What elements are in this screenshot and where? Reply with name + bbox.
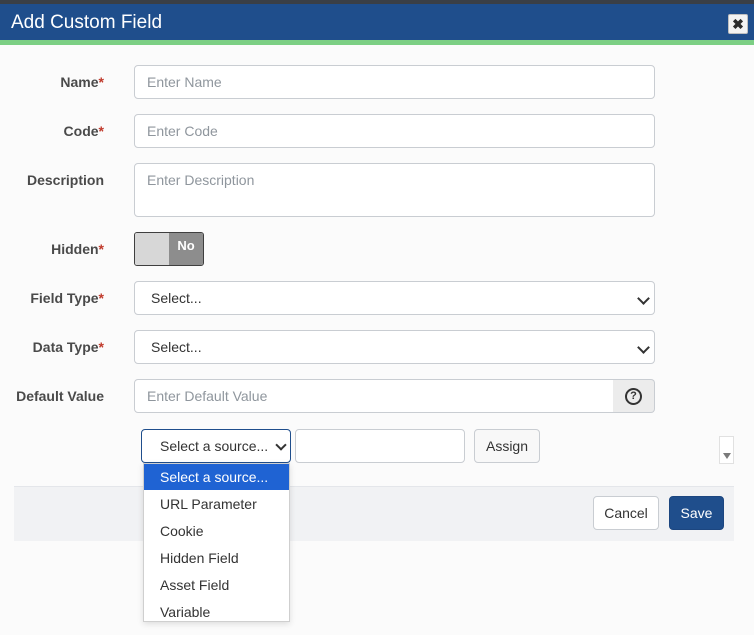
source-option[interactable]: Hidden Field <box>144 545 289 571</box>
code-label: Code* <box>63 123 104 139</box>
default-value-label: Default Value <box>16 388 104 404</box>
source-dropdown-list: Select a source... URL Parameter Cookie … <box>143 463 290 622</box>
default-value-help-button[interactable]: ? <box>613 379 655 413</box>
hidden-label: Hidden* <box>51 241 104 257</box>
source-option[interactable]: Select a source... <box>144 464 289 490</box>
toggle-knob <box>135 233 169 265</box>
required-marker: * <box>98 123 104 139</box>
field-type-label: Field Type* <box>30 290 104 306</box>
description-label: Description <box>26 172 104 188</box>
arrow-down-icon <box>723 453 731 459</box>
close-icon: ✖ <box>732 16 744 32</box>
source-option[interactable]: Variable <box>144 599 289 625</box>
cancel-button[interactable]: Cancel <box>593 496 659 530</box>
source-select[interactable]: Select a source... <box>141 429 291 463</box>
close-button[interactable]: ✖ <box>728 14 748 34</box>
data-type-value: Select... <box>151 339 202 355</box>
source-select-value: Select a source... <box>160 438 269 454</box>
required-marker: * <box>98 74 104 90</box>
chevron-down-icon <box>637 341 650 354</box>
chevron-down-icon <box>275 439 287 451</box>
assign-button[interactable]: Assign <box>474 429 540 463</box>
dialog-header: Add Custom Field ✖ <box>0 4 754 40</box>
scroll-down-button[interactable] <box>719 436 734 464</box>
required-marker: * <box>98 339 104 355</box>
source-option[interactable]: URL Parameter <box>144 491 289 517</box>
required-marker: * <box>98 290 104 306</box>
source-value-input[interactable] <box>295 429 465 463</box>
hidden-toggle[interactable]: No <box>134 232 204 266</box>
source-option[interactable]: Asset Field <box>144 572 289 598</box>
name-label: Name* <box>60 74 104 90</box>
default-value-input[interactable] <box>134 379 614 413</box>
save-button[interactable]: Save <box>669 496 724 530</box>
field-type-select[interactable]: Select... <box>134 281 655 315</box>
required-marker: * <box>98 241 104 257</box>
help-icon: ? <box>625 388 642 405</box>
data-type-select[interactable]: Select... <box>134 330 655 364</box>
name-input[interactable] <box>134 65 655 99</box>
code-input[interactable] <box>134 114 655 148</box>
data-type-label: Data Type* <box>32 339 104 355</box>
source-option[interactable]: Cookie <box>144 518 289 544</box>
dialog-title: Add Custom Field <box>11 12 163 33</box>
toggle-state-label: No <box>169 233 203 265</box>
field-type-value: Select... <box>151 290 202 306</box>
description-textarea[interactable] <box>134 163 655 217</box>
chevron-down-icon <box>637 292 650 305</box>
